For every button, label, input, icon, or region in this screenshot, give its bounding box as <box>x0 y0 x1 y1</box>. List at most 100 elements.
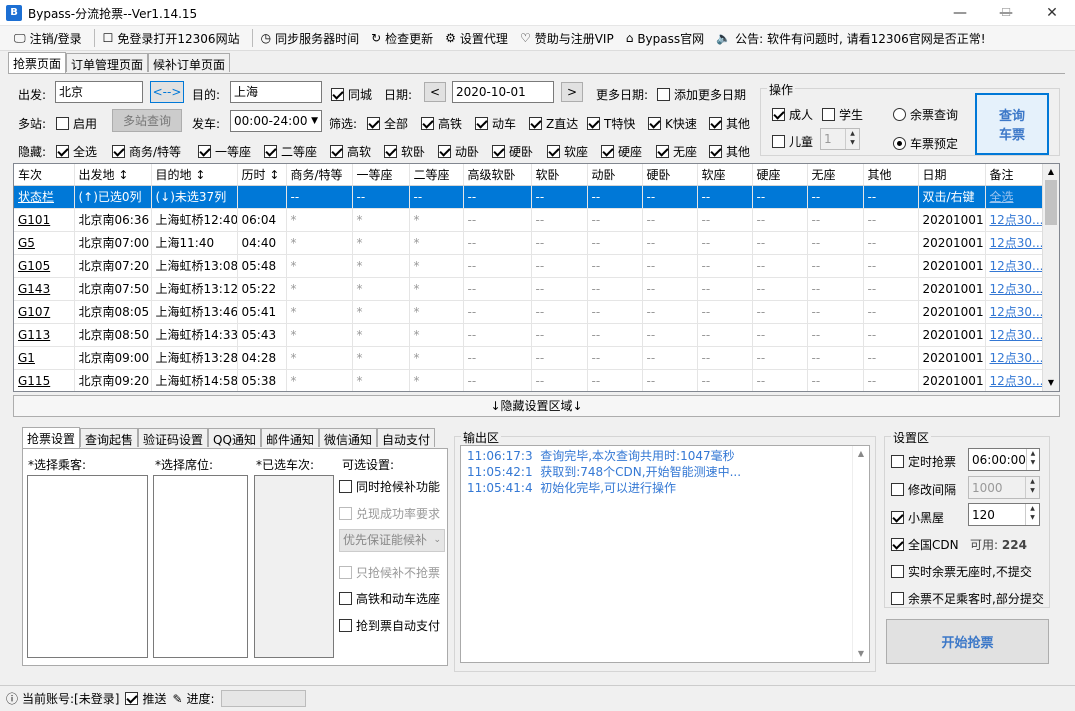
column-header[interactable]: 备注 <box>985 164 1045 186</box>
table-scrollbar[interactable]: ▲ ▼ <box>1042 164 1059 391</box>
hide-settings-toggle[interactable]: ↓隐藏设置区域↓ <box>13 395 1060 417</box>
output-scrollbar[interactable]: ▲ ▼ <box>852 446 869 662</box>
column-header[interactable]: 硬座 <box>752 164 808 186</box>
column-header[interactable]: 高级软卧 <box>463 164 532 186</box>
opt-autopay-checkbox[interactable]: 抢到票自动支付 <box>339 617 440 634</box>
prev-date-button[interactable]: < <box>424 82 446 102</box>
hide-soft-seat[interactable]: 软座 <box>547 143 588 160</box>
table-row[interactable]: G101 北京南06:36 上海虹桥12:40 06:04 * * * -- -- -- -- -- -… <box>14 208 1045 232</box>
table-row[interactable]: G115 北京南09:20 上海虹桥14:58 05:38 * * * -- -- -- -- -- -… <box>14 369 1045 391</box>
column-header[interactable]: 出发地 ↕ <box>74 164 152 186</box>
add-dates-checkbox[interactable]: 添加更多日期 <box>657 86 746 103</box>
column-header[interactable]: 二等座 <box>409 164 464 186</box>
column-header[interactable]: 硬卧 <box>642 164 698 186</box>
output-log[interactable]: 11:06:17:3 查询完毕,本次查询共用时:1047毫秒 11:05:42:… <box>460 445 870 663</box>
cdn-checkbox[interactable]: 全国CDN <box>891 536 959 553</box>
hide-business[interactable]: 商务/特等 <box>112 143 181 160</box>
opt-waitlist-checkbox[interactable]: 同时抢候补功能 <box>339 478 440 495</box>
hide-soft-sleeper[interactable]: 软卧 <box>384 143 425 160</box>
depart-select[interactable]: 00:00-24:00 ▼ <box>230 110 322 132</box>
seat-list[interactable] <box>153 475 248 658</box>
column-header[interactable]: 目的地 ↕ <box>151 164 238 186</box>
blackroom-stepper[interactable]: 120 ▲ ▼ <box>968 503 1040 526</box>
minimize-button-2[interactable]: — <box>937 0 983 26</box>
menu-notice[interactable]: 🔈 公告: 软件有问题时, 请看12306官网是否正常! <box>716 30 985 47</box>
table-row[interactable]: G5 北京南07:00 上海11:40 04:40 * * * -- -- -- -- -- -- -- -… <box>14 231 1045 255</box>
hide-d-sleeper[interactable]: 动卧 <box>438 143 479 160</box>
passenger-list[interactable] <box>27 475 148 658</box>
priority-select[interactable]: 优先保证能候补 ⌄ <box>339 529 445 552</box>
interval-checkbox[interactable]: 修改间隔 <box>891 481 956 498</box>
remain-query-radio[interactable]: 余票查询 <box>893 106 958 123</box>
scroll-down-icon[interactable]: ▼ <box>1043 375 1059 391</box>
child-checkbox[interactable]: 儿童 <box>772 133 813 150</box>
column-header[interactable]: 日期 <box>918 164 986 186</box>
filter-all[interactable]: 全部 <box>367 115 408 132</box>
hide-hard-seat[interactable]: 硬座 <box>601 143 642 160</box>
hide-high-soft[interactable]: 高软 <box>330 143 371 160</box>
column-header[interactable]: 历时 ↕ <box>237 164 287 186</box>
hide-hard-sleeper[interactable]: 硬卧 <box>492 143 533 160</box>
menu-sponsor[interactable]: ♡ 赞助与注册VIP <box>520 30 614 47</box>
opt-success-checkbox[interactable]: 兑现成功率要求 <box>339 505 440 522</box>
table-row[interactable]: G143 北京南07:50 上海虹桥13:12 05:22 * * * -- -- -- -- -- -… <box>14 277 1045 301</box>
student-checkbox[interactable]: 学生 <box>822 106 863 123</box>
filter-z[interactable]: Z直达 <box>529 115 578 132</box>
scroll-thumb[interactable] <box>1045 180 1057 225</box>
tab-grab-settings[interactable]: 抢票设置 <box>22 427 81 448</box>
tab-wechat[interactable]: 微信通知 <box>318 428 377 447</box>
realtime-checkbox[interactable]: 实时余票无座时,不提交 <box>891 563 1032 580</box>
output-scroll-down-icon[interactable]: ▼ <box>853 646 869 662</box>
close-button[interactable]: ✕ <box>1029 0 1075 26</box>
tab-grab[interactable]: 抢票页面 <box>8 52 67 73</box>
table-row[interactable]: G113 北京南08:50 上海虹桥14:33 05:43 * * * -- -- -- -- -- -… <box>14 323 1045 347</box>
push-status[interactable]: 推送 <box>125 690 166 707</box>
status-row[interactable]: 状态栏 (↑)已选0列 (↓)未选37列 -- -- -- -- -- -- -- -- -- -- --… <box>14 185 1045 209</box>
swap-button[interactable]: <--> <box>150 81 184 103</box>
from-input[interactable]: 北京 <box>55 81 143 103</box>
tab-autopay[interactable]: 自动支付 <box>376 428 435 447</box>
column-header[interactable]: 软座 <box>697 164 753 186</box>
tab-waitlist[interactable]: 候补订单页面 <box>148 53 231 72</box>
table-row[interactable]: G1 北京南09:00 上海虹桥13:28 04:28 * * * -- -- -- -- -- -- -… <box>14 346 1045 370</box>
menu-open-12306[interactable]: ☐ 免登录打开12306网站 <box>103 30 240 47</box>
tab-email[interactable]: 邮件通知 <box>260 428 319 447</box>
hide-all[interactable]: 全选 <box>56 143 97 160</box>
book-radio[interactable]: 车票预定 <box>893 135 958 152</box>
next-date-button[interactable]: > <box>561 82 583 102</box>
column-header[interactable]: 商务/特等 <box>286 164 353 186</box>
hide-first[interactable]: 一等座 <box>198 143 251 160</box>
partial-checkbox[interactable]: 余票不足乘客时,部分提交 <box>891 590 1044 607</box>
menu-sync-time[interactable]: ◷ 同步服务器时间 <box>261 30 360 47</box>
menu-proxy[interactable]: ⚙ 设置代理 <box>445 30 508 47</box>
filter-k[interactable]: K快速 <box>648 115 697 132</box>
to-input[interactable]: 上海 <box>230 81 322 103</box>
column-header[interactable]: 动卧 <box>587 164 643 186</box>
scroll-up-icon[interactable]: ▲ <box>1043 164 1059 180</box>
output-scroll-up-icon[interactable]: ▲ <box>853 446 869 462</box>
start-grab-button[interactable]: 开始抢票 <box>886 619 1049 664</box>
menu-website[interactable]: ⌂ Bypass官网 <box>626 30 704 47</box>
child-count-stepper[interactable]: 1 ▲ ▼ <box>820 128 860 150</box>
adult-checkbox[interactable]: 成人 <box>772 106 813 123</box>
blackroom-checkbox[interactable]: 小黑屋 <box>891 509 944 526</box>
interval-stepper[interactable]: 1000 ▲ ▼ <box>968 476 1040 499</box>
timed-checkbox[interactable]: 定时抢票 <box>891 453 956 470</box>
timed-stepper[interactable]: 06:00:00 ▲ ▼ <box>968 448 1040 471</box>
filter-g[interactable]: 高铁 <box>421 115 462 132</box>
column-header[interactable]: 车次 <box>14 164 75 186</box>
hide-no-seat[interactable]: 无座 <box>656 143 697 160</box>
multi-enable-checkbox[interactable]: 启用 <box>56 115 97 132</box>
table-row[interactable]: G105 北京南07:20 上海虹桥13:08 05:48 * * * -- -- -- -- -- -… <box>14 254 1045 278</box>
tab-orders[interactable]: 订单管理页面 <box>66 53 149 72</box>
opt-mixed-seat-checkbox[interactable]: 高铁和动车选座 <box>339 590 440 607</box>
menu-login[interactable]: 🖵 注销/登录 <box>14 30 82 47</box>
multi-query-button[interactable]: 多站查询 <box>112 109 182 132</box>
column-header[interactable]: 无座 <box>807 164 864 186</box>
tab-sale-query[interactable]: 查询起售 <box>80 428 139 447</box>
menu-check-update[interactable]: ↻ 检查更新 <box>371 30 433 47</box>
tab-qq[interactable]: QQ通知 <box>208 428 261 447</box>
same-city-checkbox[interactable]: 同城 <box>331 86 372 103</box>
maximize-button[interactable]: ☐ <box>983 0 1029 26</box>
query-tickets-button[interactable]: 查询 车票 <box>975 93 1049 155</box>
